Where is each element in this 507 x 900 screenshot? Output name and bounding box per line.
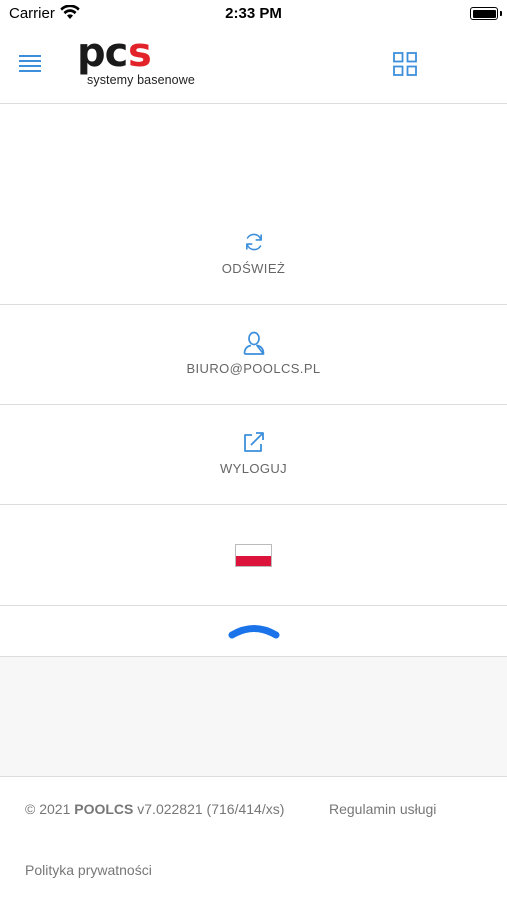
external-link-icon-wrap xyxy=(0,431,507,453)
terms-link[interactable]: Regulamin usługi xyxy=(329,801,436,817)
poland-flag-icon xyxy=(235,544,272,567)
app-header: pc s systemy basenowe xyxy=(0,28,507,104)
status-bar: Carrier 2:33 PM xyxy=(0,0,507,28)
logo-tagline: systemy basenowe xyxy=(87,73,195,87)
battery-tip xyxy=(500,11,502,16)
account-button[interactable]: BIURO@POOLCS.PL xyxy=(0,305,507,405)
refresh-button[interactable]: ODŚWIEŻ xyxy=(0,104,507,305)
hamburger-icon[interactable] xyxy=(19,54,41,72)
logout-label: WYLOGUJ xyxy=(219,461,288,476)
refresh-label: ODŚWIEŻ xyxy=(221,261,286,276)
chevron-up-icon xyxy=(228,625,280,639)
svg-text:pc: pc xyxy=(77,36,127,76)
brand-name: POOLCS xyxy=(74,801,134,817)
copyright-text: © 2021 POOLCS v7.022821 (716/414/xs) xyxy=(25,801,284,817)
copyright-prefix: © 2021 xyxy=(25,801,75,817)
footer: © 2021 POOLCS v7.022821 (716/414/xs) Reg… xyxy=(0,778,507,900)
pcs-logo[interactable]: pc s systemy basenowe xyxy=(77,30,212,94)
user-icon xyxy=(243,331,264,355)
user-icon-wrap xyxy=(0,331,507,355)
svg-text:s: s xyxy=(128,36,152,76)
clock: 2:33 PM xyxy=(225,5,282,22)
language-selector[interactable] xyxy=(0,505,507,606)
refresh-icon-wrap xyxy=(0,231,507,253)
app-version: v7.022821 (716/414/xs) xyxy=(133,801,285,817)
account-email-label: BIURO@POOLCS.PL xyxy=(186,361,321,376)
logout-button[interactable]: WYLOGUJ xyxy=(0,405,507,505)
external-link-icon xyxy=(243,432,264,452)
privacy-link[interactable]: Polityka prywatności xyxy=(25,862,152,878)
collapse-menu-button[interactable] xyxy=(0,606,507,657)
battery-icon xyxy=(470,7,498,20)
grid-icon[interactable] xyxy=(393,52,417,76)
content-area xyxy=(0,657,507,777)
pcs-logo-mark: pc s xyxy=(77,30,152,76)
refresh-icon xyxy=(245,233,262,251)
